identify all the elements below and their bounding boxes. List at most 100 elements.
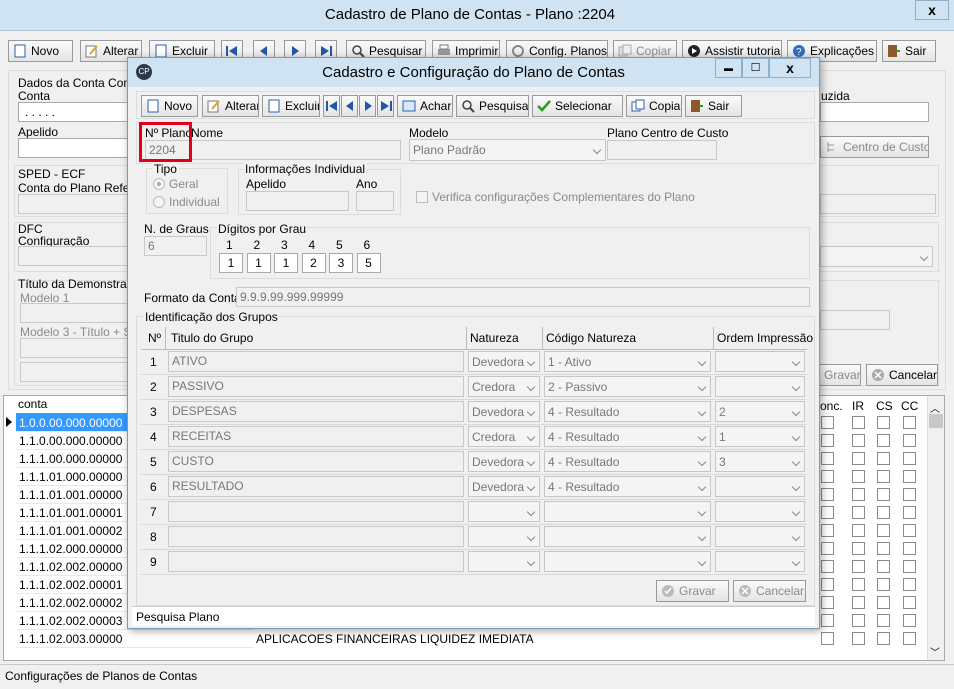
dialog-close-button[interactable]: x [769, 58, 811, 78]
scroll-thumb[interactable] [929, 414, 943, 428]
n-graus-input[interactable]: 6 [144, 236, 207, 256]
natureza-select[interactable] [468, 501, 540, 522]
digito-input[interactable]: 1 [246, 253, 271, 273]
list-scrollbar[interactable]: ︿ ﹀ [927, 396, 944, 660]
list-checkbox[interactable] [821, 560, 834, 573]
list-checkbox[interactable] [903, 578, 916, 591]
digito-input[interactable]: 3 [329, 253, 353, 273]
list-checkbox[interactable] [877, 614, 890, 627]
list-checkbox[interactable] [903, 434, 916, 447]
dialog-pesquisar-button[interactable]: Pesquisar [456, 95, 529, 117]
codigo-natureza-select[interactable]: 4 - Resultado [544, 476, 711, 497]
list-checkbox[interactable] [852, 524, 865, 537]
ordem-impressao-select[interactable] [715, 551, 805, 572]
grid-row[interactable]: 5 CUSTO Devedora 4 - Resultado 3 [141, 450, 807, 475]
list-checkbox[interactable] [877, 560, 890, 573]
codigo-natureza-select[interactable] [544, 551, 711, 572]
dialog-last-button[interactable] [377, 95, 394, 117]
verifica-checkbox[interactable] [416, 191, 428, 203]
plano-cc-input[interactable] [607, 140, 717, 160]
list-checkbox[interactable] [877, 524, 890, 537]
dialog-next-button[interactable] [359, 95, 376, 117]
list-checkbox[interactable] [852, 596, 865, 609]
natureza-select[interactable]: Credora [468, 426, 540, 447]
list-checkbox[interactable] [821, 452, 834, 465]
list-checkbox[interactable] [877, 416, 890, 429]
natureza-select[interactable] [468, 551, 540, 572]
list-checkbox[interactable] [852, 560, 865, 573]
codigo-natureza-select[interactable]: 1 - Ativo [544, 351, 711, 372]
list-checkbox[interactable] [903, 452, 916, 465]
dfc-select[interactable] [820, 246, 933, 267]
main-novo-button[interactable]: Novo [8, 40, 73, 62]
list-checkbox[interactable] [852, 506, 865, 519]
list-checkbox[interactable] [877, 452, 890, 465]
grupo-titulo-input[interactable]: CUSTO [168, 451, 464, 472]
dialog-maximize-button[interactable]: ☐ [742, 58, 769, 78]
list-row[interactable]: 1.1.1.02.003.00000 [19, 630, 251, 648]
ano-input[interactable] [356, 191, 394, 211]
grupo-titulo-input[interactable] [168, 551, 464, 572]
list-checkbox[interactable] [821, 614, 834, 627]
grid-row[interactable]: 4 RECEITAS Credora 4 - Resultado 1 [141, 425, 807, 450]
dialog-first-button[interactable] [323, 95, 340, 117]
scroll-up-icon[interactable]: ︿ [930, 400, 940, 415]
list-checkbox[interactable] [852, 542, 865, 555]
grupo-titulo-input[interactable] [168, 526, 464, 547]
configuracao-select[interactable] [18, 246, 133, 266]
list-checkbox[interactable] [821, 542, 834, 555]
grid-row[interactable]: 1 ATIVO Devedora 1 - Ativo [141, 350, 807, 375]
grid-row[interactable]: 7 [141, 500, 807, 525]
list-checkbox[interactable] [903, 596, 916, 609]
list-checkbox[interactable] [852, 452, 865, 465]
main-cancelar-button[interactable]: Cancelar [866, 364, 938, 386]
list-checkbox[interactable] [821, 578, 834, 591]
list-checkbox[interactable] [821, 434, 834, 447]
list-checkbox[interactable] [821, 596, 834, 609]
apelido-ind-input[interactable] [246, 191, 349, 211]
list-checkbox[interactable] [821, 632, 834, 645]
grupo-titulo-input[interactable] [168, 501, 464, 522]
list-checkbox[interactable] [903, 488, 916, 501]
natureza-select[interactable]: Devedora [468, 351, 540, 372]
list-checkbox[interactable] [852, 488, 865, 501]
list-checkbox[interactable] [821, 488, 834, 501]
codigo-natureza-select[interactable]: 4 - Resultado [544, 426, 711, 447]
codigo-natureza-select[interactable] [544, 501, 711, 522]
grid-row[interactable]: 6 RESULTADO Devedora 4 - Resultado [141, 475, 807, 500]
conta-input[interactable]: . . . . . [18, 102, 133, 122]
dialog-cancelar-button[interactable]: Cancelar [733, 580, 806, 602]
grupo-titulo-input[interactable]: PASSIVO [168, 376, 464, 397]
grupo-titulo-input[interactable]: RESULTADO [168, 476, 464, 497]
digito-input[interactable]: 2 [301, 253, 326, 273]
natureza-select[interactable]: Credora [468, 376, 540, 397]
natureza-select[interactable]: Devedora [468, 401, 540, 422]
main-close-button[interactable]: x [915, 0, 949, 20]
main-gravar-button[interactable]: Gravar [819, 364, 861, 386]
list-checkbox[interactable] [877, 632, 890, 645]
list-checkbox[interactable] [903, 524, 916, 537]
list-checkbox[interactable] [903, 506, 916, 519]
list-checkbox[interactable] [821, 416, 834, 429]
list-checkbox[interactable] [821, 524, 834, 537]
list-checkbox[interactable] [821, 506, 834, 519]
list-checkbox[interactable] [852, 416, 865, 429]
list-checkbox[interactable] [877, 434, 890, 447]
list-checkbox[interactable] [821, 470, 834, 483]
list-checkbox[interactable] [877, 506, 890, 519]
centro-custo-button[interactable]: Centro de Custo [820, 136, 929, 158]
grupo-titulo-input[interactable]: ATIVO [168, 351, 464, 372]
natureza-select[interactable]: Devedora [468, 476, 540, 497]
dialog-prev-button[interactable] [341, 95, 358, 117]
ordem-impressao-select[interactable]: 2 [715, 401, 805, 422]
ordem-impressao-select[interactable] [715, 501, 805, 522]
ordem-impressao-select[interactable] [715, 476, 805, 497]
grid-row[interactable]: 8 [141, 525, 807, 550]
digito-input[interactable]: 1 [219, 253, 243, 273]
list-checkbox[interactable] [903, 416, 916, 429]
modelo-select[interactable]: Plano Padrão [409, 139, 606, 161]
list-checkbox[interactable] [877, 578, 890, 591]
list-checkbox[interactable] [903, 560, 916, 573]
list-checkbox[interactable] [852, 614, 865, 627]
list-checkbox[interactable] [852, 578, 865, 591]
